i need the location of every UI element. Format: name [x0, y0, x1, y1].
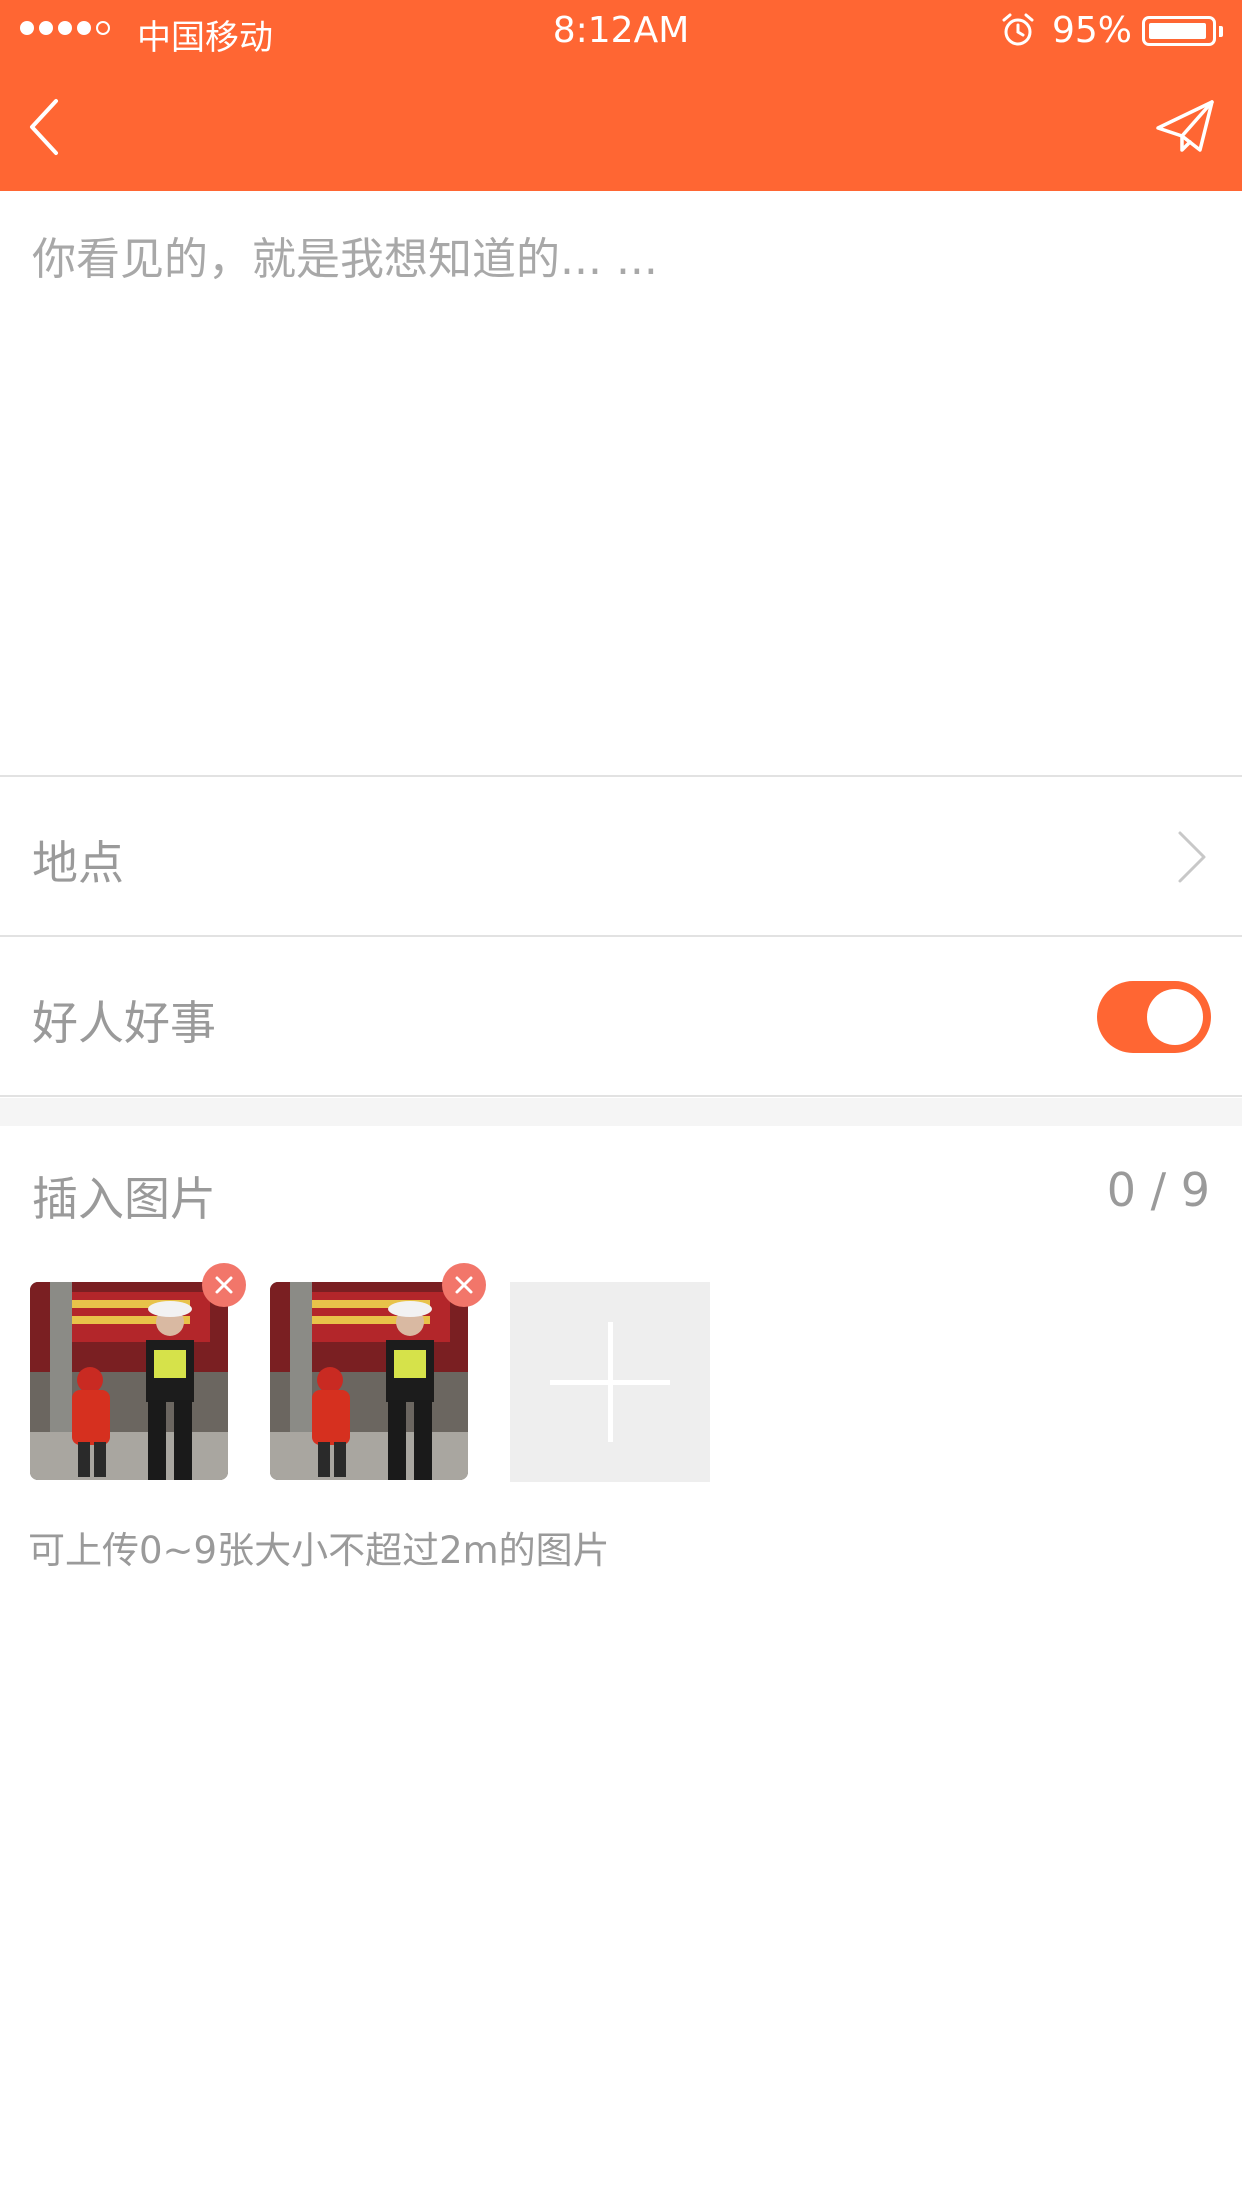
send-button[interactable] [1154, 96, 1218, 156]
good-deeds-toggle[interactable] [1097, 981, 1211, 1053]
chevron-left-icon [30, 99, 58, 155]
battery-percent: 95% [1052, 10, 1133, 51]
photo-image [30, 1282, 228, 1480]
paper-plane-icon [1156, 100, 1214, 152]
compose-area [0, 191, 1242, 775]
alarm-clock-icon [1002, 13, 1034, 46]
app-header: 中国移动 8:12AM 95% [0, 0, 1242, 191]
add-image-button[interactable] [510, 1282, 710, 1482]
remove-image-button[interactable] [202, 1263, 246, 1307]
image-count: 0 / 9 [1106, 1163, 1210, 1217]
close-icon [215, 1276, 233, 1294]
section-separator [0, 1098, 1242, 1126]
upload-hint: 可上传0~9张大小不超过2m的图片 [28, 1529, 610, 1572]
good-deeds-row: 好人好事 [0, 937, 1242, 1095]
chevron-right-icon [1178, 831, 1206, 883]
battery-icon [1142, 16, 1216, 46]
photo-image [270, 1282, 468, 1480]
image-thumbnail[interactable] [30, 1282, 228, 1480]
divider [0, 1095, 1242, 1097]
close-icon [455, 1276, 473, 1294]
back-button[interactable] [24, 95, 72, 159]
post-content-input[interactable] [30, 221, 1214, 745]
status-bar: 中国移动 8:12AM 95% [0, 0, 1242, 62]
battery-fill [1149, 23, 1206, 39]
location-label: 地点 [32, 836, 124, 890]
good-deeds-label: 好人好事 [32, 996, 216, 1050]
remove-image-button[interactable] [442, 1263, 486, 1307]
plus-icon [608, 1322, 613, 1442]
toggle-knob [1147, 989, 1203, 1045]
image-thumbnail[interactable] [270, 1282, 468, 1480]
insert-images-title: 插入图片 [32, 1172, 216, 1226]
battery-cap [1219, 26, 1223, 37]
location-row[interactable]: 地点 [0, 777, 1242, 935]
